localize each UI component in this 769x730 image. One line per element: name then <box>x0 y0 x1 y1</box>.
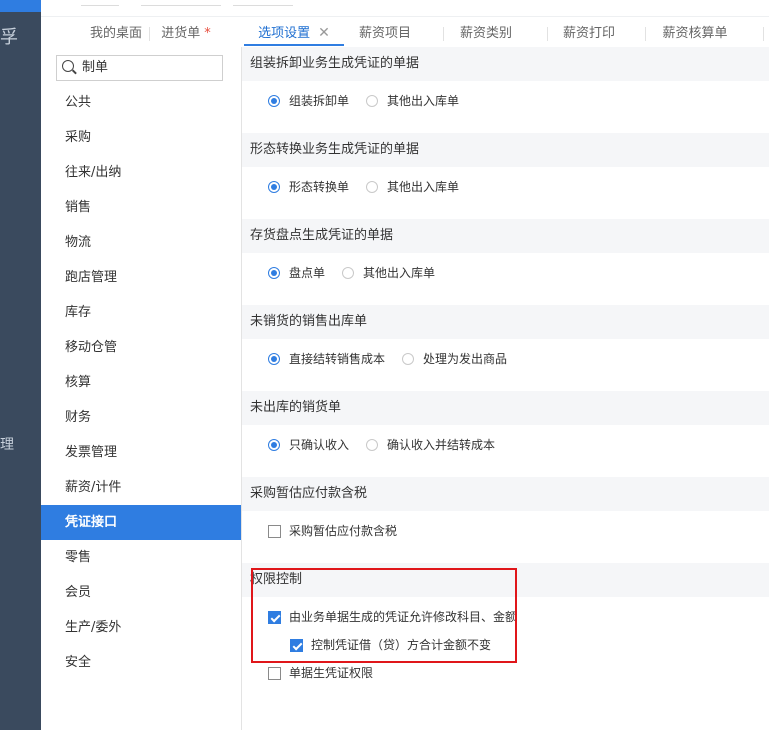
tab-separator <box>547 27 548 41</box>
tab-option-settings[interactable]: 选项设置 ✕ <box>244 17 344 46</box>
highlight-box <box>251 568 517 663</box>
sidebar-item-inventory[interactable]: 库存 <box>41 295 241 330</box>
radio-other-io-doc[interactable] <box>342 267 354 279</box>
sidebar-item-voucher-interface[interactable]: 凭证接口 <box>41 505 241 540</box>
sidebar-item-public[interactable]: 公共 <box>41 85 241 120</box>
sidebar-item-costing[interactable]: 核算 <box>41 365 241 400</box>
settings-sidebar: 制单 公共 采购 往来/出纳 销售 物流 跑店管理 库存 移动仓管 核算 财务 … <box>41 47 242 730</box>
sidebar-item-ar-ap-cashier[interactable]: 往来/出纳 <box>41 155 241 190</box>
top-strip <box>41 0 769 17</box>
tab-salary-calc[interactable]: 薪资核算单 <box>647 17 743 46</box>
radio-label: 确认收入并结转成本 <box>387 438 496 452</box>
radio-label: 处理为发出商品 <box>423 352 508 366</box>
radio-label: 盘点单 <box>289 266 326 280</box>
tab-separator <box>645 27 646 41</box>
sidebar-item-security[interactable]: 安全 <box>41 645 241 680</box>
search-icon <box>62 60 74 72</box>
tab-salary-category[interactable]: 薪资类别 <box>445 17 527 46</box>
section-title: 未销货的销售出库单 <box>242 305 769 339</box>
section-title: 组装拆卸业务生成凭证的单据 <box>242 47 769 81</box>
tab-label: 我的桌面 <box>89 26 142 41</box>
radio-label: 其他出入库单 <box>387 94 460 108</box>
radio-other-io-doc[interactable] <box>366 95 378 107</box>
radio-label: 直接结转销售成本 <box>289 352 386 366</box>
checkbox-label: 采购暂估应付款含税 <box>289 524 398 538</box>
close-icon[interactable]: ✕ <box>318 25 330 41</box>
radio-label: 形态转换单 <box>289 180 350 194</box>
tab-label: 薪资打印 <box>562 26 615 41</box>
sidebar-item-logistics[interactable]: 物流 <box>41 225 241 260</box>
radio-other-io-doc[interactable] <box>366 181 378 193</box>
section-title: 存货盘点生成凭证的单据 <box>242 219 769 253</box>
radio-label: 其他出入库单 <box>387 180 460 194</box>
checkbox-label: 单据生凭证权限 <box>289 666 374 680</box>
unsaved-marker: * <box>204 26 211 41</box>
tab-separator <box>443 27 444 41</box>
radio-direct-cost[interactable] <box>268 353 280 365</box>
app-left-rail: 孚 理 <box>0 0 41 730</box>
sidebar-item-production[interactable]: 生产/委外 <box>41 610 241 645</box>
app-rail-active-indicator <box>0 0 41 12</box>
tab-purchase-order[interactable]: 进货单 * <box>151 17 221 46</box>
tab-salary-items[interactable]: 薪资项目 <box>349 17 421 46</box>
tab-separator <box>763 27 764 41</box>
search-input[interactable]: 制单 <box>56 55 223 81</box>
radio-transform-doc[interactable] <box>268 181 280 193</box>
radio-revenue-only[interactable] <box>268 439 280 451</box>
tab-label: 进货单 <box>161 26 201 41</box>
checkbox-doc-voucher-permission[interactable] <box>268 667 281 680</box>
tab-bar: 我的桌面 进货单 * 选项设置 ✕ 薪资项目 薪资类别 薪资打印 薪资核算单 <box>41 17 769 48</box>
sidebar-item-sales[interactable]: 销售 <box>41 190 241 225</box>
sidebar-item-mobile-warehouse[interactable]: 移动仓管 <box>41 330 241 365</box>
radio-shipped-goods[interactable] <box>402 353 414 365</box>
radio-stocktake-doc[interactable] <box>268 267 280 279</box>
radio-assembly-doc[interactable] <box>268 95 280 107</box>
search-value: 制单 <box>82 60 109 75</box>
sidebar-item-finance[interactable]: 财务 <box>41 400 241 435</box>
sidebar-item-field-sales[interactable]: 跑店管理 <box>41 260 241 295</box>
sidebar-item-member[interactable]: 会员 <box>41 575 241 610</box>
sidebar-item-purchase[interactable]: 采购 <box>41 120 241 155</box>
sidebar-item-invoice[interactable]: 发票管理 <box>41 435 241 470</box>
tab-label: 选项设置 <box>258 26 311 41</box>
radio-label: 组装拆卸单 <box>289 94 350 108</box>
radio-label: 其他出入库单 <box>363 266 436 280</box>
tab-label: 薪资类别 <box>459 26 512 41</box>
sidebar-item-retail[interactable]: 零售 <box>41 540 241 575</box>
manage-icon[interactable]: 理 <box>0 436 14 454</box>
section-title: 形态转换业务生成凭证的单据 <box>242 133 769 167</box>
section-title: 未出库的销货单 <box>242 391 769 425</box>
checkbox-estimate-tax[interactable] <box>268 525 281 538</box>
sidebar-item-payroll[interactable]: 薪资/计件 <box>41 470 241 505</box>
tab-separator <box>149 27 150 41</box>
tab-salary-print[interactable]: 薪资打印 <box>549 17 629 46</box>
radio-revenue-and-cost[interactable] <box>366 439 378 451</box>
tab-label: 薪资项目 <box>358 26 411 41</box>
tab-label: 薪资核算单 <box>662 26 728 41</box>
app-icon[interactable]: 孚 <box>0 28 18 48</box>
section-title: 采购暂估应付款含税 <box>242 477 769 511</box>
radio-label: 只确认收入 <box>289 438 350 452</box>
